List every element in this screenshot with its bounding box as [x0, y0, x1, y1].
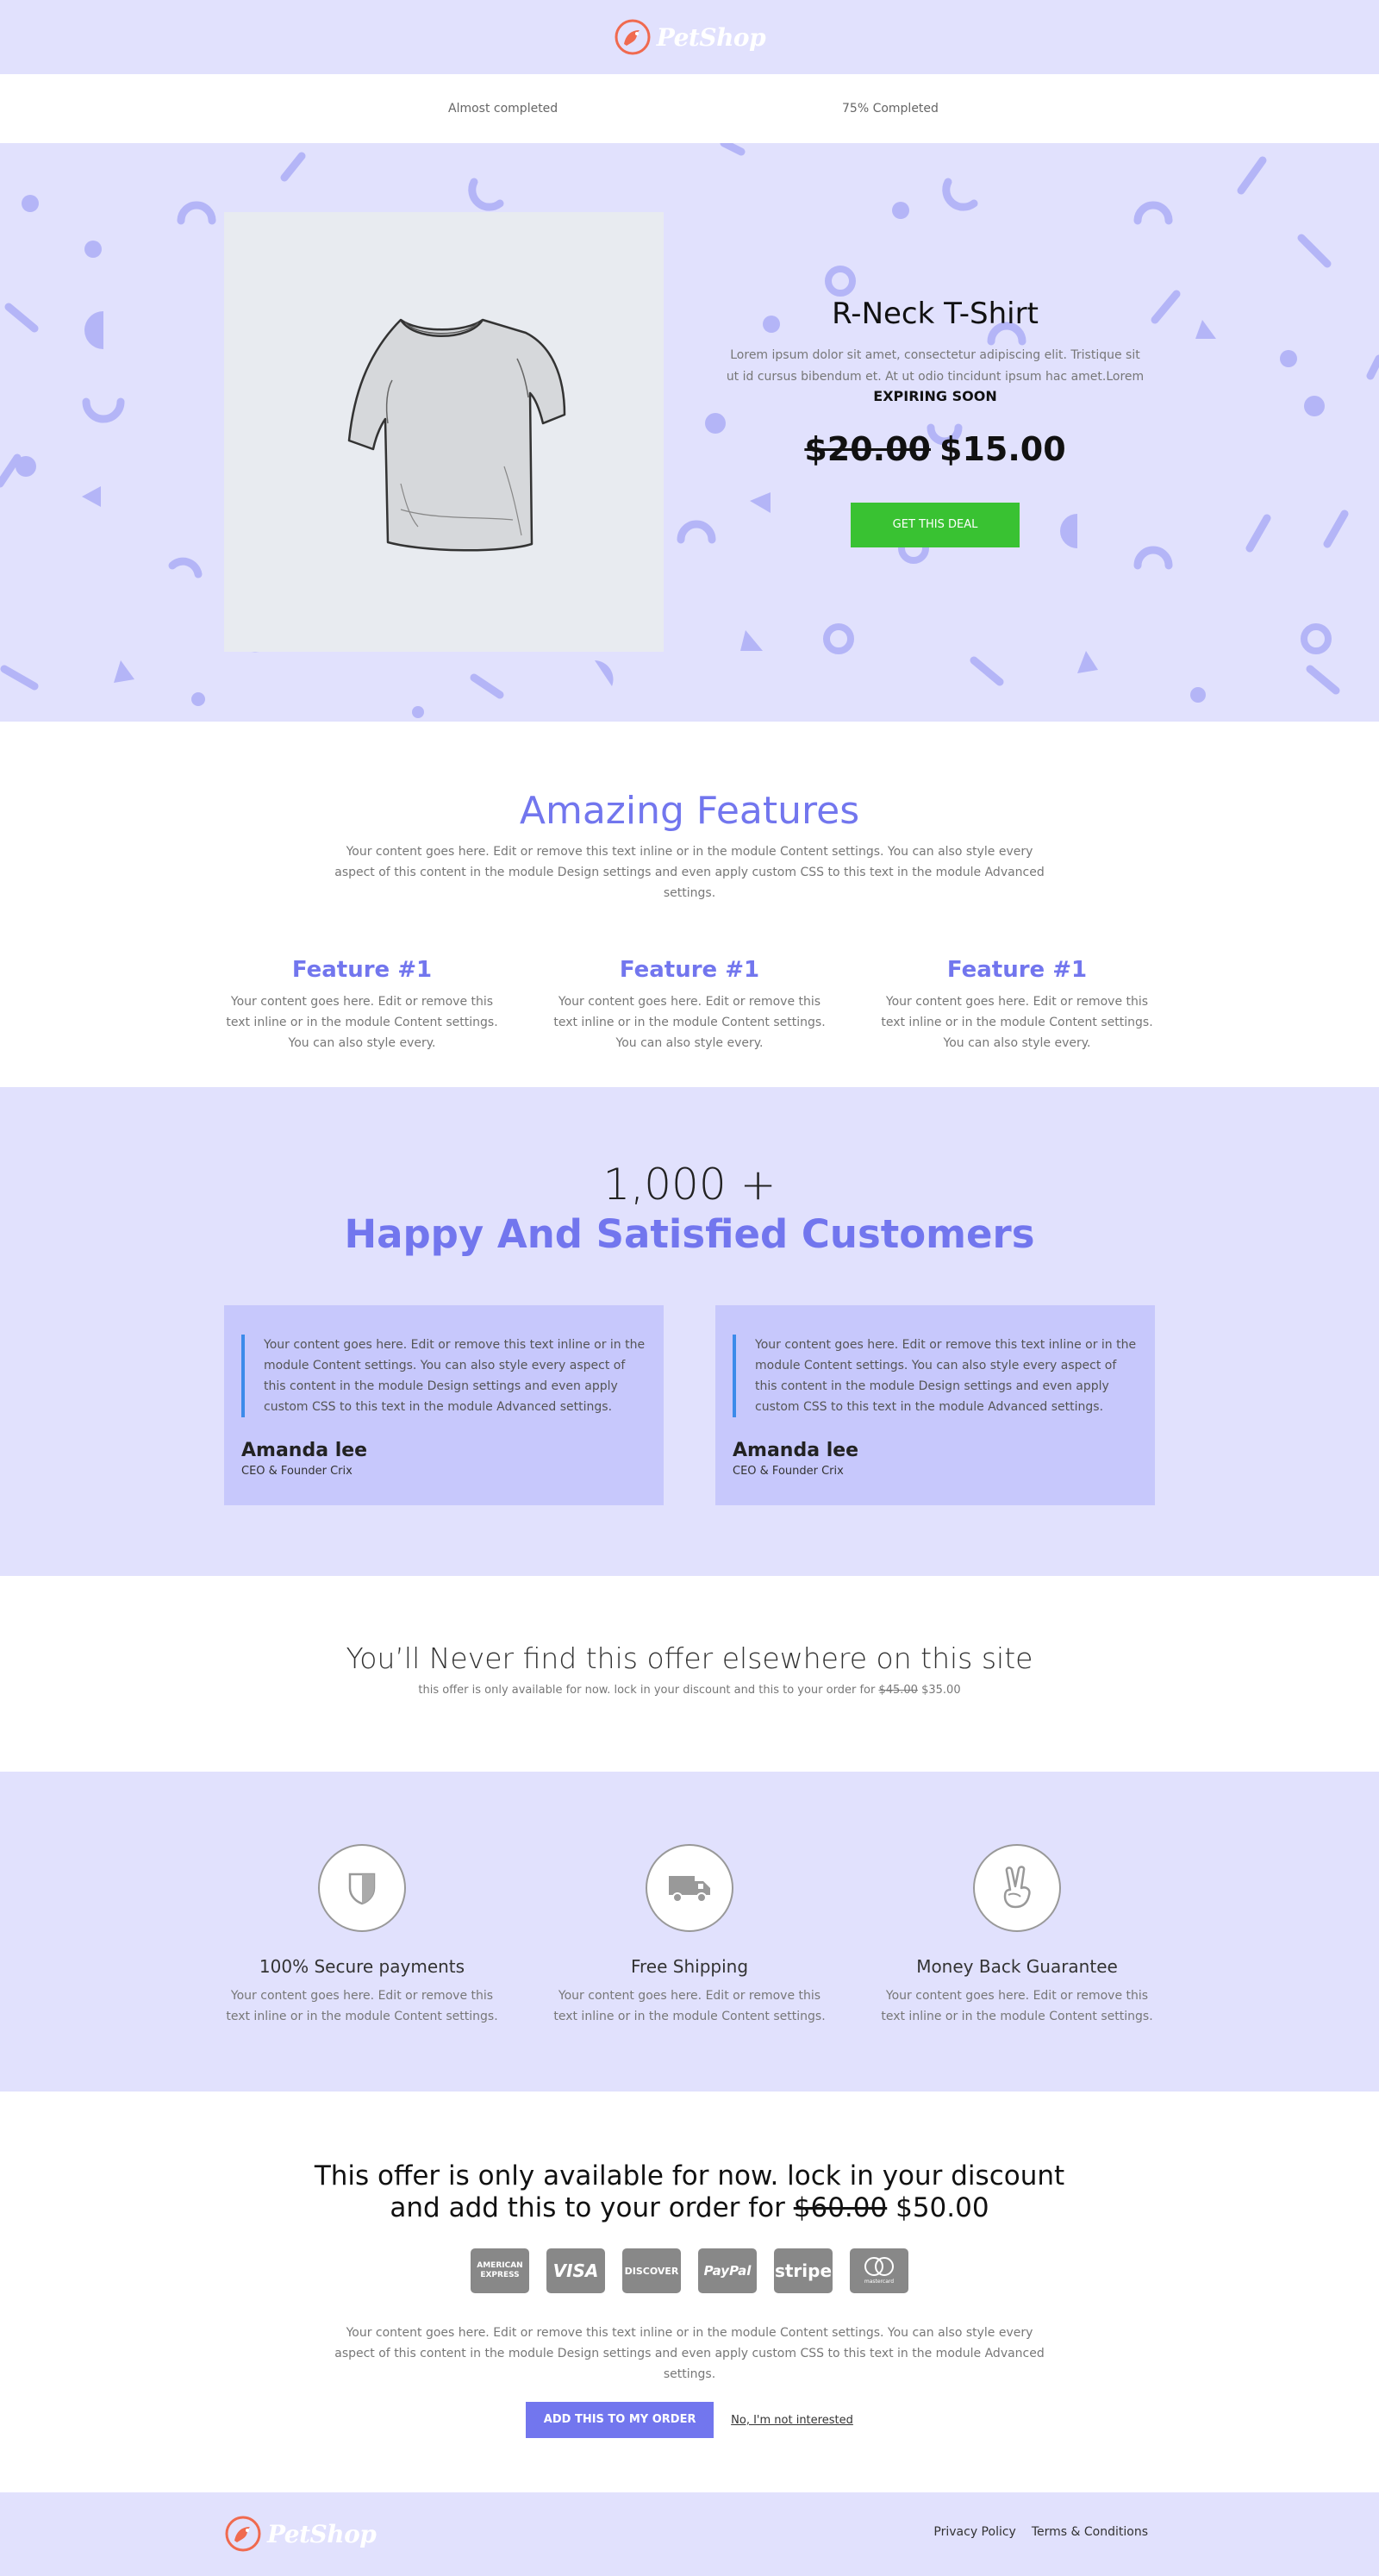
- mastercard-icon: mastercard: [850, 2248, 908, 2293]
- offer-old-price: $45.00: [878, 1684, 918, 1697]
- features-row: Feature #1 Your content goes here. Edit …: [0, 957, 1379, 1054]
- feature-card: Feature #1 Your content goes here. Edit …: [880, 957, 1154, 1054]
- order-old-price: $60.00: [793, 2192, 888, 2223]
- feature-card: Feature #1 Your content goes here. Edit …: [225, 957, 499, 1054]
- shield-icon: [318, 1844, 406, 1932]
- testimonial-quote: Your content goes here. Edit or remove t…: [733, 1335, 1138, 1417]
- expiring-label: EXPIRING SOON: [873, 388, 997, 404]
- feature-title: Feature #1: [291, 957, 433, 983]
- hero-info: R-Neck T-Shirt Lorem ipsum dolor sit ame…: [724, 297, 1146, 547]
- guarantees-section: 100% Secure payments Your content goes h…: [0, 1772, 1379, 2091]
- privacy-policy-link[interactable]: Privacy Policy: [933, 2525, 1015, 2539]
- guarantees-row: 100% Secure payments Your content goes h…: [0, 1844, 1379, 2027]
- petshop-logo-icon: [615, 19, 651, 55]
- offer-banner: You’ll Never find this offer elsewhere o…: [0, 1576, 1379, 1772]
- testimonial-quote: Your content goes here. Edit or remove t…: [241, 1335, 646, 1417]
- footer-logo-text: PetShop: [267, 2519, 377, 2548]
- feature-title: Feature #1: [946, 957, 1088, 983]
- product-description: Lorem ipsum dolor sit amet, consectetur …: [726, 348, 1145, 384]
- progress-right-label: 75% Completed: [842, 102, 939, 116]
- guarantee-card: Free Shipping Your content goes here. Ed…: [552, 1844, 827, 2027]
- order-offer-line2: and add this to your order for: [390, 2192, 785, 2223]
- features-title: Amazing Features: [519, 789, 860, 833]
- offer-title: You’ll Never find this offer elsewhere o…: [346, 1641, 1033, 1675]
- hero-section: R-Neck T-Shirt Lorem ipsum dolor sit ame…: [0, 143, 1379, 722]
- guarantee-title: 100% Secure payments: [259, 1956, 465, 1977]
- offer-text: this offer is only available for now. lo…: [0, 1684, 1379, 1697]
- feature-text: Your content goes here. Edit or remove t…: [881, 995, 1153, 1050]
- order-offer-line1: This offer is only available for now. lo…: [314, 2160, 1065, 2191]
- mastercard-circles-icon: [864, 2256, 894, 2276]
- testimonial-card: Your content goes here. Edit or remove t…: [224, 1305, 664, 1505]
- get-deal-button[interactable]: GET THIS DEAL: [851, 503, 1020, 547]
- features-subtitle: Your content goes here. Edit or remove t…: [334, 845, 1045, 900]
- testimonial-card: Your content goes here. Edit or remove t…: [715, 1305, 1155, 1505]
- terms-link[interactable]: Terms & Conditions: [1032, 2525, 1148, 2539]
- mastercard-label: mastercard: [864, 2278, 895, 2285]
- petshop-logo-icon: [225, 2516, 261, 2552]
- footer: PetShop Privacy Policy Terms & Condition…: [0, 2492, 1379, 2576]
- tshirt-illustration: [347, 318, 566, 552]
- visa-icon: VISA: [546, 2248, 605, 2293]
- offer-text-body: this offer is only available for now. lo…: [418, 1684, 876, 1697]
- guarantee-title: Money Back Guarantee: [916, 1956, 1118, 1977]
- add-to-order-button[interactable]: ADD THIS TO MY ORDER: [526, 2402, 714, 2438]
- old-price: $20.00: [804, 430, 931, 468]
- order-offer-title: This offer is only available for now. lo…: [0, 2160, 1379, 2224]
- discover-icon: DISCOVER: [622, 2248, 681, 2293]
- guarantee-text: Your content goes here. Edit or remove t…: [881, 1989, 1153, 2023]
- footer-logo[interactable]: PetShop: [224, 2515, 377, 2553]
- feature-card: Feature #1 Your content goes here. Edit …: [552, 957, 827, 1054]
- order-new-price: $50.00: [895, 2192, 989, 2223]
- header: PetShop: [0, 0, 1379, 74]
- guarantee-title: Free Shipping: [630, 1956, 749, 1977]
- progress-left-label: Almost completed: [448, 102, 558, 116]
- paypal-icon: PayPal: [698, 2248, 757, 2293]
- order-offer-subtitle: Your content goes here. Edit or remove t…: [334, 2326, 1045, 2381]
- guarantee-card: Money Back Guarantee Your content goes h…: [880, 1844, 1154, 2027]
- testimonial-role: CEO & Founder Crix: [733, 1465, 844, 1478]
- customer-count: 1,000 +: [602, 1160, 777, 1210]
- offer-new-price: $35.00: [921, 1684, 961, 1697]
- payment-methods: AMERICAN EXPRESS VISA DISCOVER PayPal st…: [0, 2248, 1379, 2293]
- progress-bar: Almost completed 75% Completed: [0, 74, 1379, 143]
- footer-links: Privacy Policy Terms & Conditions: [933, 2525, 1148, 2539]
- confetti-pattern-background: [0, 143, 1379, 718]
- logo-text: PetShop: [656, 22, 766, 52]
- truck-icon: [646, 1844, 733, 1932]
- product-title: R-Neck T-Shirt: [832, 297, 1039, 331]
- decline-link[interactable]: No, I'm not interested: [731, 2414, 853, 2427]
- testimonials-row: Your content goes here. Edit or remove t…: [0, 1305, 1379, 1505]
- feature-text: Your content goes here. Edit or remove t…: [553, 995, 826, 1050]
- testimonial-role: CEO & Founder Crix: [241, 1465, 353, 1478]
- guarantee-text: Your content goes here. Edit or remove t…: [226, 1989, 498, 2023]
- order-offer-section: This offer is only available for now. lo…: [0, 2091, 1379, 2492]
- customers-title: Happy And Satisfied Customers: [344, 1211, 1035, 1257]
- product-price: $20.00 $15.00: [724, 430, 1146, 468]
- guarantee-text: Your content goes here. Edit or remove t…: [553, 1989, 826, 2023]
- peace-hand-icon: [973, 1844, 1061, 1932]
- features-section: Amazing Features Your content goes here.…: [0, 722, 1379, 1087]
- stripe-icon: stripe: [774, 2248, 833, 2293]
- testimonial-name: Amanda lee: [733, 1440, 859, 1461]
- feature-text: Your content goes here. Edit or remove t…: [226, 995, 498, 1050]
- feature-title: Feature #1: [619, 957, 760, 983]
- product-image: [224, 212, 664, 652]
- testimonial-name: Amanda lee: [241, 1440, 368, 1461]
- amex-icon: AMERICAN EXPRESS: [471, 2248, 529, 2293]
- logo[interactable]: PetShop: [614, 18, 766, 56]
- customers-section: 1,000 + Happy And Satisfied Customers Yo…: [0, 1087, 1379, 1576]
- order-actions: ADD THIS TO MY ORDER No, I'm not interes…: [0, 2402, 1379, 2438]
- new-price: $15.00: [939, 430, 1066, 468]
- guarantee-card: 100% Secure payments Your content goes h…: [225, 1844, 499, 2027]
